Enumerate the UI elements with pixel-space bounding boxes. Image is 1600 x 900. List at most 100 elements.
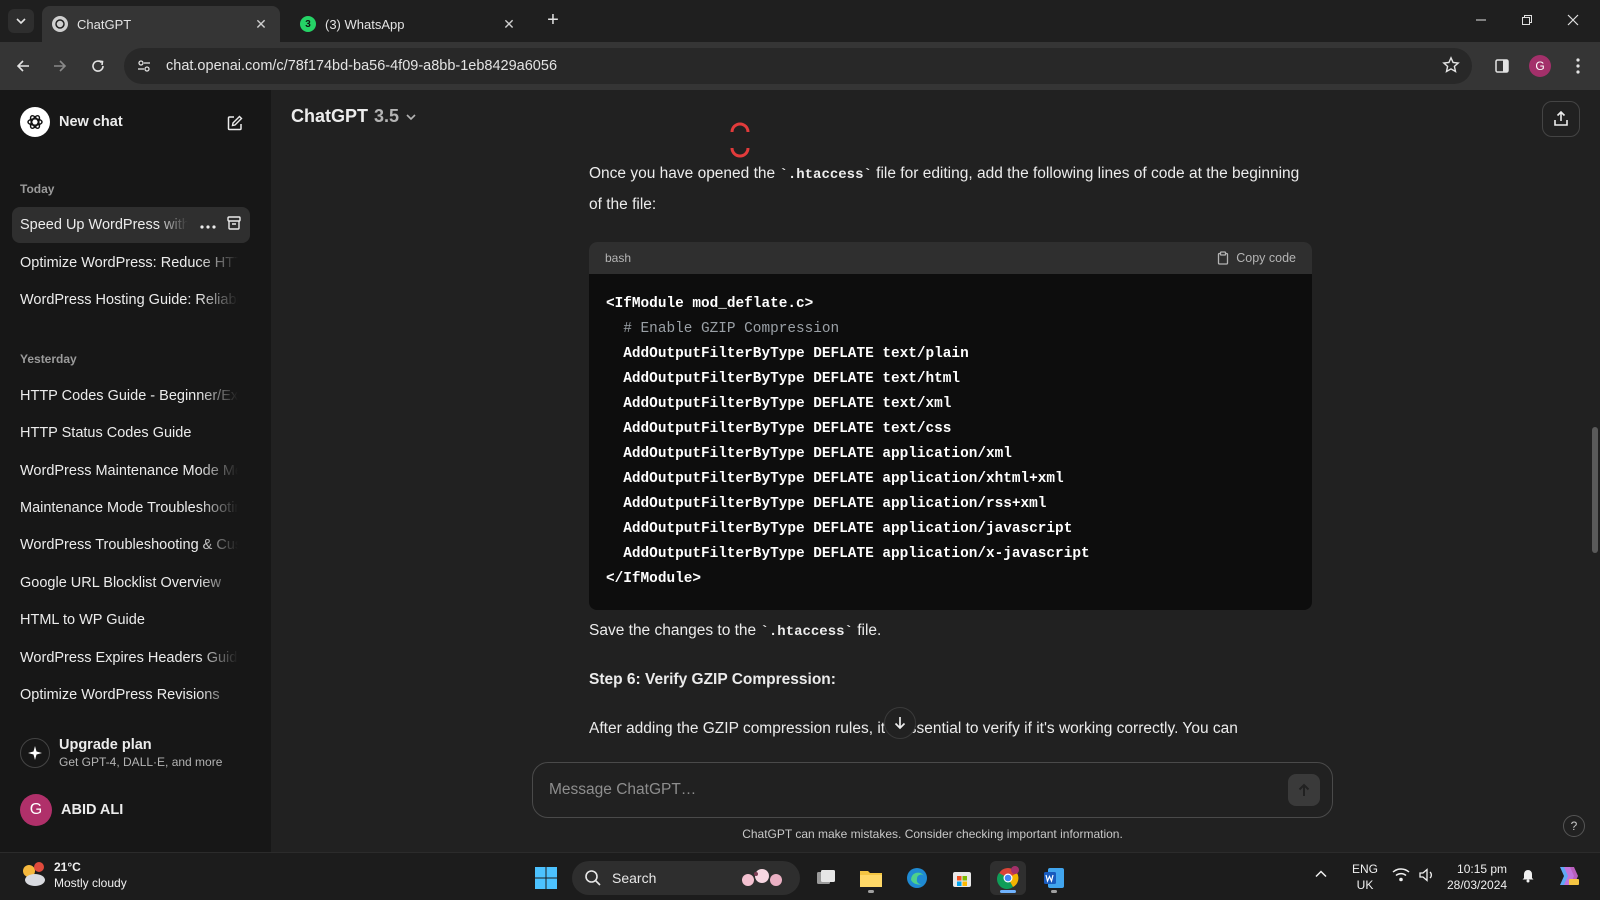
site-info-icon[interactable]: [130, 52, 158, 80]
history-item-label: WordPress Hosting Guide: Reliable Hosts: [20, 292, 238, 308]
windows-logo-icon: [535, 867, 557, 889]
browser-menu-button[interactable]: [1564, 52, 1592, 80]
history-item[interactable]: HTTP Codes Guide - Beginner/Expert: [12, 378, 250, 414]
word-button[interactable]: [1036, 861, 1072, 895]
reload-button[interactable]: [84, 52, 112, 80]
code-line: AddOutputFilterByType DEFLATE applicatio…: [606, 521, 1073, 537]
task-view-button[interactable]: [808, 861, 844, 895]
language-code: ENG: [1352, 862, 1379, 876]
history-item[interactable]: Maintenance Mode Troubleshooting: [12, 490, 250, 526]
history-item[interactable]: WordPress Expires Headers Guide: [12, 640, 250, 676]
minimize-button[interactable]: [1458, 0, 1504, 40]
address-bar[interactable]: chat.openai.com/c/78f174bd-ba56-4f09-a8b…: [124, 48, 1472, 84]
volume-icon[interactable]: [1418, 867, 1436, 886]
back-button[interactable]: [9, 52, 37, 80]
code-language: bash: [605, 251, 632, 265]
scroll-to-bottom-button[interactable]: [884, 707, 916, 739]
model-selector[interactable]: ChatGPT 3.5: [291, 106, 417, 127]
history-item[interactable]: Speed Up WordPress with GZIP: [12, 207, 250, 243]
chrome-button[interactable]: [990, 861, 1026, 895]
message-paragraph: After adding the GZIP compression rules,…: [589, 720, 1238, 737]
tab-whatsapp[interactable]: 3 (3) WhatsApp ✕: [290, 6, 528, 42]
history-item-label: Optimize WordPress: Reduce HTTP Requests: [20, 255, 238, 271]
word-app-icon: [1044, 868, 1064, 888]
section-title-yesterday: Yesterday: [20, 352, 77, 366]
message-input[interactable]: [533, 781, 1288, 799]
arrow-up-icon: [1298, 783, 1310, 796]
code-line: AddOutputFilterByType DEFLATE text/plain: [606, 346, 969, 362]
new-chat-button[interactable]: New chat: [12, 102, 250, 142]
close-tab-icon[interactable]: ✕: [252, 15, 270, 33]
history-item[interactable]: HTTP Status Codes Guide: [12, 415, 250, 451]
forward-button[interactable]: [46, 52, 74, 80]
compose-icon[interactable]: [224, 112, 246, 134]
search-highlight-icon: [742, 869, 782, 886]
clock[interactable]: 10:15 pm 28/03/2024: [1447, 861, 1507, 893]
wifi-icon[interactable]: [1392, 867, 1410, 886]
code-content: <IfModule mod_deflate.c> # Enable GZIP C…: [589, 274, 1312, 610]
history-item[interactable]: Optimize WordPress Revisions: [12, 677, 250, 713]
sparkle-icon: [20, 738, 50, 768]
send-button[interactable]: [1288, 774, 1320, 806]
upgrade-plan-button[interactable]: Upgrade plan Get GPT-4, DALL·E, and more: [12, 730, 250, 776]
history-item[interactable]: WordPress Hosting Guide: Reliable Hosts: [12, 282, 250, 318]
code-block: bash Copy code <IfModule mod_deflate.c> …: [589, 242, 1312, 610]
code-line: AddOutputFilterByType DEFLATE text/html: [606, 371, 961, 387]
paragraph-text: Once you have opened the: [589, 165, 780, 182]
tab-chatgpt[interactable]: ChatGPT ✕: [42, 6, 280, 42]
history-item-label: HTTP Codes Guide - Beginner/Expert: [20, 388, 238, 404]
code-line: </IfModule>: [606, 571, 701, 587]
start-button[interactable]: [528, 861, 564, 895]
weather-widget[interactable]: 21°C Mostly cloudy: [18, 859, 127, 891]
inline-code: `.htaccess`: [779, 167, 872, 183]
weather-temp: 21°C: [54, 860, 81, 874]
clock-date: 28/03/2024: [1447, 878, 1508, 892]
share-icon: [1554, 110, 1568, 126]
history-item[interactable]: HTML to WP Guide: [12, 602, 250, 638]
inline-code: `.htaccess`: [760, 624, 853, 640]
code-block-header: bash Copy code: [589, 242, 1312, 274]
scrollbar-thumb[interactable]: [1592, 427, 1598, 553]
cloudy-weather-icon: [18, 860, 48, 890]
new-tab-button[interactable]: +: [542, 10, 564, 32]
taskbar-search[interactable]: Search: [572, 861, 800, 895]
show-hidden-icons-button[interactable]: [1314, 867, 1328, 884]
history-item-label: Optimize WordPress Revisions: [20, 687, 220, 703]
bookmark-star-icon[interactable]: [1442, 56, 1460, 78]
close-window-button[interactable]: [1550, 0, 1596, 40]
user-menu-button[interactable]: G ABID ALI: [12, 790, 250, 830]
notification-bell-icon[interactable]: [1520, 867, 1536, 886]
store-button[interactable]: [944, 861, 980, 895]
edge-button[interactable]: [899, 861, 935, 895]
file-explorer-button[interactable]: [853, 861, 889, 895]
clock-time: 10:15 pm: [1457, 862, 1508, 876]
weather-condition: Mostly cloudy: [54, 876, 127, 890]
code-line: AddOutputFilterByType DEFLATE text/css: [606, 421, 952, 437]
folder-icon: [860, 871, 882, 887]
help-button[interactable]: ?: [1563, 815, 1585, 837]
history-item-label: WordPress Troubleshooting & Customizatio…: [20, 537, 238, 553]
history-item[interactable]: WordPress Maintenance Mode Message: [12, 453, 250, 489]
close-tab-icon[interactable]: ✕: [500, 15, 518, 33]
history-item[interactable]: WordPress Troubleshooting & Customizatio…: [12, 527, 250, 563]
reload-icon: [92, 60, 104, 72]
more-options-icon[interactable]: [200, 217, 216, 233]
language-region: UK: [1356, 878, 1374, 892]
history-item-label: HTTP Status Codes Guide: [20, 425, 192, 441]
copy-code-button[interactable]: Copy code: [1216, 251, 1296, 265]
history-item[interactable]: Optimize WordPress: Reduce HTTP Requests: [12, 245, 250, 281]
arrow-down-icon: [894, 717, 906, 730]
side-panel-button[interactable]: [1488, 52, 1516, 80]
copilot-icon[interactable]: [1554, 863, 1580, 892]
share-button[interactable]: [1542, 101, 1580, 137]
restore-button[interactable]: [1504, 0, 1550, 40]
browser-toolbar: chat.openai.com/c/78f174bd-ba56-4f09-a8b…: [0, 42, 1600, 90]
edge-browser-icon: [907, 868, 927, 888]
history-item[interactable]: Google URL Blocklist Overview: [12, 565, 250, 601]
profile-button[interactable]: G: [1526, 52, 1554, 80]
tab-search-button[interactable]: [8, 9, 34, 33]
step-heading: Step 6: Verify GZIP Compression:: [589, 671, 836, 688]
language-indicator[interactable]: ENG UK: [1352, 861, 1378, 893]
archive-icon[interactable]: [226, 215, 242, 235]
arrow-right-icon: [54, 60, 67, 72]
